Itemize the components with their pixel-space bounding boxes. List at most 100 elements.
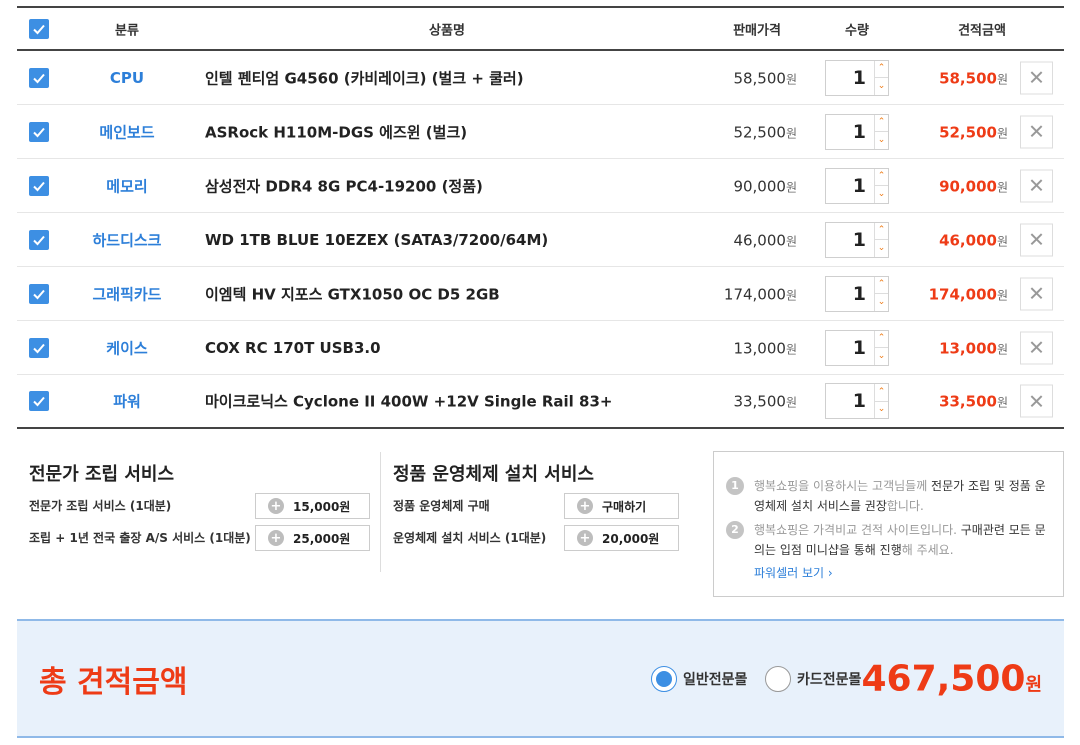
increase-icon[interactable]: ⌃	[875, 223, 888, 240]
assembly-25000-button[interactable]: +25,000원	[255, 525, 370, 551]
item-checkbox[interactable]	[29, 229, 49, 250]
decrease-icon[interactable]: ⌄	[875, 293, 888, 311]
increase-icon[interactable]: ⌃	[875, 169, 888, 186]
quantity-value[interactable]: 1	[826, 331, 874, 365]
close-icon: ✕	[1028, 119, 1045, 144]
item-category-link[interactable]: 하드디스크	[77, 229, 177, 250]
check-icon	[33, 127, 45, 137]
table-row: 파워 마이크로닉스 Cyclone II 400W +12V Single Ra…	[17, 375, 1064, 429]
item-name[interactable]: COX RC 170T USB3.0	[205, 339, 381, 357]
increase-icon[interactable]: ⌃	[875, 384, 888, 401]
table-header: 분류 상품명 판매가격 수량 견적금액	[17, 6, 1064, 51]
radio-card-mall[interactable]: 카드전문몰	[765, 665, 861, 692]
select-all-checkbox[interactable]	[29, 18, 49, 39]
quantity-value[interactable]: 1	[826, 169, 874, 203]
os-purchase-button[interactable]: + 구매하기	[564, 493, 679, 519]
decrease-icon[interactable]: ⌄	[875, 131, 888, 149]
item-price: 58,500원	[733, 69, 797, 87]
quantity-stepper[interactable]: 1 ⌃ ⌄	[825, 167, 889, 204]
quantity-value[interactable]: 1	[826, 277, 874, 311]
check-icon	[33, 24, 45, 34]
quantity-stepper[interactable]: 1 ⌃ ⌄	[825, 329, 889, 366]
check-icon	[33, 343, 45, 353]
item-checkbox[interactable]	[29, 283, 49, 304]
item-checkbox[interactable]	[29, 391, 49, 411]
decrease-icon[interactable]: ⌄	[875, 400, 888, 419]
delete-button[interactable]: ✕	[1020, 277, 1053, 310]
item-name[interactable]: 마이크로닉스 Cyclone II 400W +12V Single Rail …	[205, 391, 612, 412]
item-name[interactable]: 인텔 펜티엄 G4560 (카비레이크) (벌크 + 쿨러)	[205, 67, 524, 88]
item-checkbox[interactable]	[29, 175, 49, 196]
delete-button[interactable]: ✕	[1020, 61, 1053, 94]
item-checkbox[interactable]	[29, 337, 49, 358]
estimate-table: 분류 상품명 판매가격 수량 견적금액 CPU 인텔 펜티엄 G4560 (카비…	[17, 6, 1064, 429]
quantity-value[interactable]: 1	[826, 223, 874, 257]
decrease-icon[interactable]: ⌄	[875, 239, 888, 257]
total-bar: 총 견적금액 일반전문몰 카드전문몰 467,500원	[17, 619, 1064, 738]
item-total: 33,500원	[939, 392, 1008, 411]
quantity-stepper[interactable]: 1 ⌃ ⌄	[825, 113, 889, 150]
delete-button[interactable]: ✕	[1020, 223, 1053, 256]
quantity-value[interactable]: 1	[826, 115, 874, 149]
item-category-link[interactable]: CPU	[77, 69, 177, 87]
info-box: 1 행복쇼핑을 이용하시는 고객님들께 전문가 조립 및 정품 운영체제 설치 …	[713, 451, 1064, 597]
item-price: 90,000원	[733, 177, 797, 195]
item-price: 13,000원	[733, 339, 797, 357]
item-category-link[interactable]: 파워	[77, 391, 177, 412]
power-seller-link[interactable]: 파워셀러 보기 ›	[754, 564, 1051, 581]
increase-icon[interactable]: ⌃	[875, 331, 888, 348]
delete-button[interactable]: ✕	[1020, 169, 1053, 202]
quantity-stepper[interactable]: 1 ⌃ ⌄	[825, 275, 889, 312]
check-icon	[33, 73, 45, 83]
item-name[interactable]: ASRock H110M-DGS 에즈윈 (벌크)	[205, 121, 467, 142]
assembly-row-label: 전문가 조립 서비스 (1대분)	[29, 499, 172, 513]
decrease-icon[interactable]: ⌄	[875, 185, 888, 203]
item-total: 46,000원	[939, 231, 1008, 249]
increase-icon[interactable]: ⌃	[875, 115, 888, 132]
quantity-arrows: ⌃ ⌄	[874, 330, 888, 365]
item-category-link[interactable]: 케이스	[77, 337, 177, 358]
os-install-button[interactable]: +20,000원	[564, 525, 679, 551]
os-install-label: 운영체제 설치 서비스 (1대분)	[393, 531, 547, 545]
header-total: 견적금액	[958, 23, 1006, 38]
check-icon	[33, 181, 45, 191]
item-checkbox[interactable]	[29, 67, 49, 88]
plus-icon: +	[268, 498, 284, 514]
quantity-stepper[interactable]: 1 ⌃ ⌄	[825, 59, 889, 96]
total-amount: 467,500원	[861, 658, 1042, 699]
decrease-icon[interactable]: ⌄	[875, 77, 888, 95]
quantity-arrows: ⌃ ⌄	[874, 60, 888, 95]
close-icon: ✕	[1028, 281, 1045, 306]
item-name[interactable]: WD 1TB BLUE 10EZEX (SATA3/7200/64M)	[205, 231, 548, 249]
close-icon: ✕	[1028, 227, 1045, 252]
delete-button[interactable]: ✕	[1020, 115, 1053, 148]
item-name[interactable]: 삼성전자 DDR4 8G PC4-19200 (정품)	[205, 175, 483, 196]
plus-icon: +	[577, 498, 593, 514]
increase-icon[interactable]: ⌃	[875, 61, 888, 78]
plus-icon: +	[577, 530, 593, 546]
os-service-title: 정품 운영체제 설치 서비스	[393, 464, 594, 485]
delete-button[interactable]: ✕	[1020, 331, 1053, 364]
increase-icon[interactable]: ⌃	[875, 277, 888, 294]
quantity-stepper[interactable]: 1 ⌃ ⌄	[825, 383, 889, 419]
quantity-arrows: ⌃ ⌄	[874, 222, 888, 257]
quantity-stepper[interactable]: 1 ⌃ ⌄	[825, 221, 889, 258]
item-checkbox[interactable]	[29, 121, 49, 142]
table-row: CPU 인텔 펜티엄 G4560 (카비레이크) (벌크 + 쿨러) 58,50…	[17, 51, 1064, 105]
assembly-15000-button[interactable]: +15,000원	[255, 493, 370, 519]
quantity-value[interactable]: 1	[826, 61, 874, 95]
item-category-link[interactable]: 메모리	[77, 175, 177, 196]
radio-checked-icon	[651, 665, 677, 692]
item-name[interactable]: 이엠텍 HV 지포스 GTX1050 OC D5 2GB	[205, 283, 500, 304]
radio-general-mall[interactable]: 일반전문몰	[651, 665, 747, 692]
decrease-icon[interactable]: ⌄	[875, 347, 888, 365]
item-category-link[interactable]: 그래픽카드	[77, 283, 177, 304]
quantity-value[interactable]: 1	[826, 384, 874, 418]
delete-button[interactable]: ✕	[1020, 384, 1053, 418]
table-row: 메인보드 ASRock H110M-DGS 에즈윈 (벌크) 52,500원 1…	[17, 105, 1064, 159]
header-qty: 수량	[845, 23, 869, 38]
item-price: 174,000원	[723, 285, 797, 303]
os-purchase-label: 정품 운영체제 구매	[393, 499, 490, 513]
item-category-link[interactable]: 메인보드	[77, 121, 177, 142]
item-price: 52,500원	[733, 123, 797, 141]
